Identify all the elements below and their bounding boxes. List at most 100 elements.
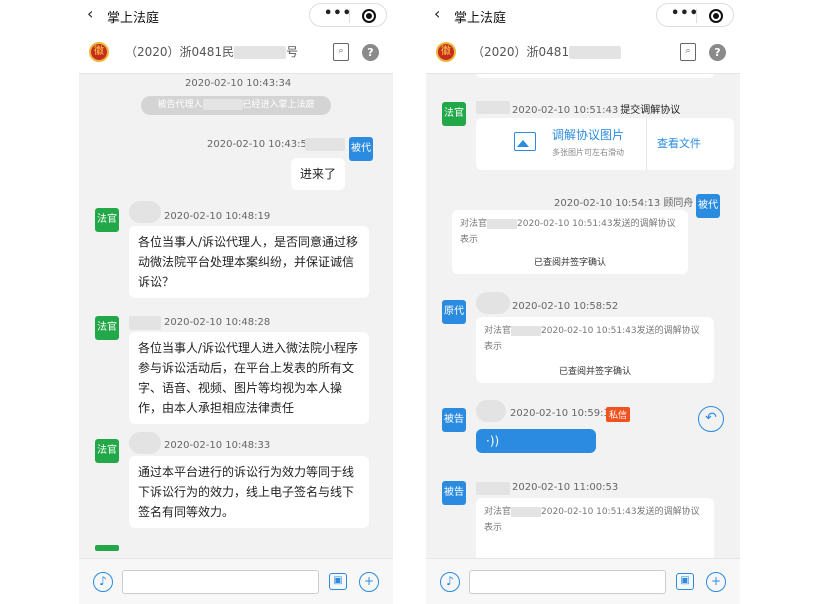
voice-input-icon[interactable]: ♪ bbox=[93, 572, 113, 592]
voice-input-icon[interactable]: ♪ bbox=[440, 572, 460, 592]
image-icon[interactable]: ▣ bbox=[676, 573, 694, 590]
left-phone-screen: ‹ 掌上法庭 ••• 徽 （2020）浙0481民 号 ⌕ ? 2020-02-1… bbox=[79, 0, 393, 604]
confirmation-text: 对法官 2020-02-10 10:51:43发送的调解协议表示 bbox=[484, 323, 706, 355]
more-icon[interactable]: ••• bbox=[324, 6, 352, 21]
close-miniprogram-icon[interactable] bbox=[362, 9, 376, 23]
case-number: （2020）浙0481民 号 bbox=[125, 43, 298, 60]
voice-icon: ·)) bbox=[486, 434, 500, 448]
redaction bbox=[202, 99, 243, 110]
right-phone-screen: ‹ 掌上法庭 ••• 徽 （2020）浙0481 ⌕ ? 法官 2020-02-… bbox=[426, 0, 740, 604]
plus-icon[interactable]: + bbox=[359, 572, 379, 592]
avatar-plaintiff-agent[interactable]: 原代 bbox=[442, 300, 466, 324]
message-time: 2020-02-10 10:59:33 bbox=[510, 408, 617, 419]
avatar-defendant[interactable]: 被告 bbox=[442, 481, 466, 505]
avatar-defendant-agent[interactable]: 被代 bbox=[696, 194, 720, 218]
redaction bbox=[305, 138, 345, 151]
avatar-partial bbox=[95, 545, 119, 551]
document-search-icon[interactable]: ⌕ bbox=[333, 43, 349, 61]
timestamp: 2020-02-10 10:43:34 bbox=[185, 78, 292, 89]
confirmation-text-prefix: 对法官 bbox=[484, 326, 512, 336]
avatar-judge[interactable]: 法官 bbox=[95, 439, 119, 463]
message-time: 2020-02-10 10:48:19 bbox=[164, 211, 271, 222]
confirmation-status: 已查阅并签字确认 bbox=[558, 367, 631, 377]
avatar-judge[interactable]: 法官 bbox=[95, 208, 119, 232]
message-time: 2020-02-10 10:54:13 顾同舟 bbox=[554, 198, 694, 209]
redaction bbox=[511, 506, 542, 517]
document-search-icon[interactable]: ⌕ bbox=[680, 43, 696, 61]
confirmation-text: 对法官 2020-02-10 10:51:43发送的调解协议表示 bbox=[460, 216, 680, 248]
case-number-suffix: 号 bbox=[286, 45, 299, 59]
case-number: （2020）浙0481 bbox=[472, 43, 622, 60]
card-divider bbox=[646, 118, 647, 170]
redaction bbox=[476, 292, 510, 314]
document-card[interactable]: 调解协议图片 多张图片可左右滑动 查看文件 bbox=[476, 118, 734, 170]
reply-icon[interactable]: ↶ bbox=[698, 406, 724, 432]
nav-bar: ‹ 掌上法庭 ••• bbox=[79, 0, 393, 30]
court-emblem-icon: 徽 bbox=[436, 42, 456, 62]
confirmation-text: 对法官 2020-02-10 10:51:43发送的调解协议表示 bbox=[484, 504, 706, 536]
message-time: 2020-02-10 10:48:33 bbox=[164, 440, 271, 451]
input-bar: ♪ ▣ + bbox=[426, 558, 740, 604]
system-notice-prefix: 被告代理人 bbox=[157, 100, 203, 110]
case-header: 徽 （2020）浙0481民 号 ⌕ ? bbox=[79, 30, 393, 74]
nav-bar: ‹ 掌上法庭 ••• bbox=[426, 0, 740, 30]
redaction bbox=[129, 201, 161, 223]
confirmation-text-prefix: 对法官 bbox=[484, 507, 512, 517]
redaction bbox=[511, 325, 542, 336]
redaction bbox=[234, 46, 287, 59]
redaction bbox=[476, 482, 510, 495]
confirmation-text-prefix: 对法官 bbox=[460, 219, 488, 229]
document-title: 调解协议图片 bbox=[552, 128, 625, 142]
more-icon[interactable]: ••• bbox=[671, 6, 699, 21]
avatar-defendant-agent[interactable]: 被代 bbox=[349, 137, 373, 161]
case-number-prefix: （2020）浙0481民 bbox=[125, 45, 235, 59]
court-emblem-icon: 徽 bbox=[89, 42, 109, 62]
message-time: 2020-02-10 10:58:52 bbox=[512, 301, 619, 312]
confirmation-card: 对法官 2020-02-10 10:51:43发送的调解协议表示 已查阅并签字确认 bbox=[452, 210, 688, 274]
message-time: 2020-02-10 10:43:52 bbox=[207, 139, 314, 150]
page-title: 掌上法庭 bbox=[454, 11, 507, 26]
card-partial bbox=[476, 74, 714, 78]
back-icon[interactable]: ‹ bbox=[87, 4, 93, 23]
private-message-badge: 私信 bbox=[606, 407, 631, 422]
message-input[interactable] bbox=[122, 570, 319, 594]
back-icon[interactable]: ‹ bbox=[434, 4, 440, 23]
help-icon[interactable]: ? bbox=[709, 44, 726, 61]
miniprogram-capsule: ••• bbox=[309, 3, 387, 27]
redaction bbox=[476, 101, 510, 114]
redaction bbox=[487, 218, 518, 229]
system-notice-suffix: 已经进入掌上法庭 bbox=[242, 100, 315, 110]
page-title: 掌上法庭 bbox=[107, 11, 160, 26]
message-bubble: 各位当事人/诉讼代理人进入微法院小程序参与诉讼活动后，在平台上发表的所有文字、语… bbox=[129, 332, 369, 424]
help-icon[interactable]: ? bbox=[362, 44, 379, 61]
case-header: 徽 （2020）浙0481 ⌕ ? bbox=[426, 30, 740, 74]
message-bubble: 进来了 bbox=[291, 158, 346, 190]
case-number-prefix: （2020）浙0481 bbox=[472, 45, 570, 59]
capsule-divider bbox=[349, 9, 350, 23]
view-file-button[interactable]: 查看文件 bbox=[657, 135, 701, 151]
picture-icon bbox=[514, 132, 536, 151]
input-bar: ♪ ▣ + bbox=[79, 558, 393, 604]
message-bubble: 通过本平台进行的诉讼行为效力等同于线下诉讼行为的效力，线上电子签名与线下签名有同… bbox=[129, 456, 369, 528]
avatar-defendant[interactable]: 被告 bbox=[442, 408, 466, 432]
message-bubble: 各位当事人/诉讼代理人，是否同意通过移动微法院平台处理本案纠纷，并保证诚信诉讼？ bbox=[129, 226, 369, 298]
chat-messages: 2020-02-10 10:43:34 被告代理人 已经进入掌上法庭 2020-0… bbox=[79, 74, 393, 558]
message-time: 2020-02-10 10:48:28 bbox=[164, 317, 271, 328]
confirmation-status: 已查阅并签字确认 bbox=[533, 258, 606, 268]
miniprogram-capsule: ••• bbox=[656, 3, 734, 27]
document-hint: 多张图片可左右滑动 bbox=[552, 148, 624, 157]
message-time: 2020-02-10 11:00:53 bbox=[512, 482, 619, 493]
plus-icon[interactable]: + bbox=[706, 572, 726, 592]
redaction bbox=[476, 400, 506, 422]
voice-message-bubble[interactable]: ·)) bbox=[476, 429, 596, 453]
avatar-judge[interactable]: 法官 bbox=[95, 316, 119, 340]
redaction bbox=[569, 46, 622, 59]
image-icon[interactable]: ▣ bbox=[329, 573, 347, 590]
avatar-judge[interactable]: 法官 bbox=[442, 102, 466, 126]
redaction bbox=[129, 432, 161, 454]
close-miniprogram-icon[interactable] bbox=[709, 9, 723, 23]
picture-icon-mountain bbox=[517, 140, 529, 147]
message-action: 提交调解协议 bbox=[620, 105, 681, 116]
message-time: 2020-02-10 10:51:43 提交调解协议 bbox=[512, 101, 680, 116]
message-input[interactable] bbox=[469, 570, 666, 594]
